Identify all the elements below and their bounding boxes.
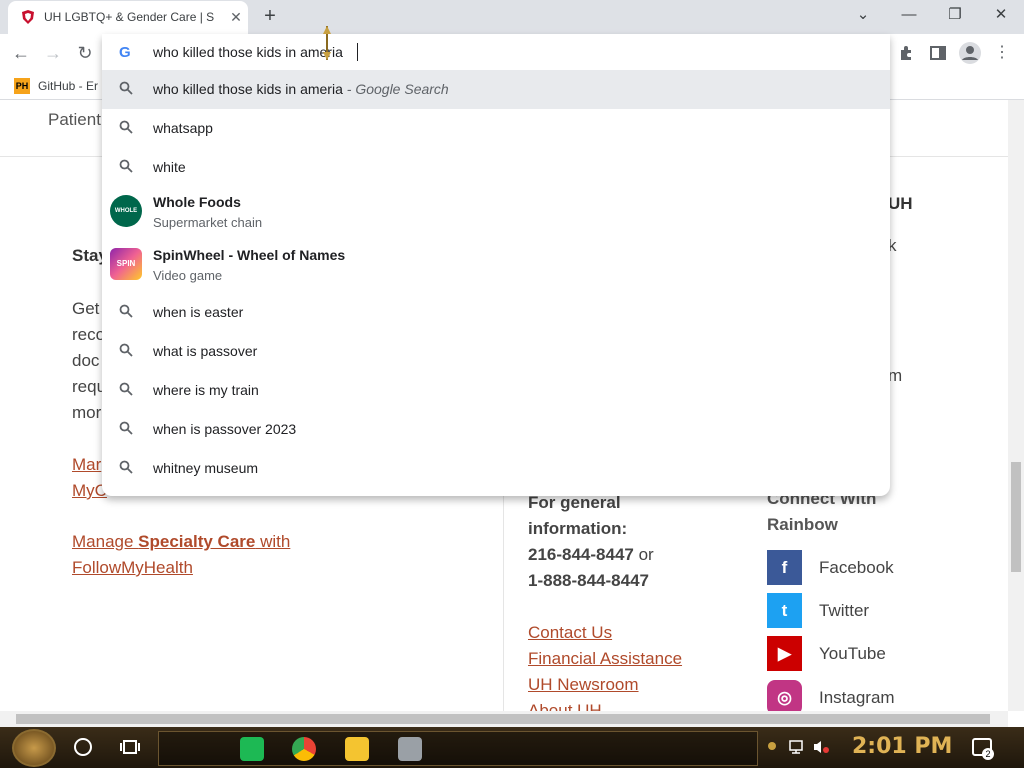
volume-muted-icon[interactable]	[812, 739, 830, 755]
followmyhealth-link[interactable]: Manage Specialty Care with FollowMyHealt…	[72, 529, 290, 581]
producthunt-icon: PH	[14, 78, 30, 94]
uh-newsroom-link[interactable]: UH Newsroom	[528, 672, 682, 698]
google-icon: G	[119, 44, 131, 61]
twitter-link[interactable]: t Twitter	[767, 593, 869, 628]
vertical-scroll-thumb[interactable]	[1011, 462, 1021, 572]
phone-2: 1-888-844-8447	[528, 571, 649, 590]
spinwheel-logo: SPIN	[110, 248, 142, 280]
start-button[interactable]	[12, 729, 56, 767]
profile-avatar[interactable]	[959, 42, 981, 64]
tab-close-icon[interactable]: ✕	[226, 7, 246, 27]
vertical-scrollbar[interactable]	[1008, 100, 1024, 711]
suggestion-white[interactable]: white	[102, 148, 890, 187]
photos-icon[interactable]	[398, 737, 422, 761]
suggestion-whole-foods[interactable]: WHOLE FOODS Whole Foods Supermarket chai…	[102, 187, 890, 246]
notification-badge: 2	[982, 748, 994, 760]
active-tab[interactable]: UH LGBTQ+ & Gender Care | S ✕	[8, 1, 248, 34]
menu-icon[interactable]: ⋮	[994, 42, 1010, 64]
tab-search-icon[interactable]: ⌄	[840, 0, 886, 30]
uh-heading-partial: UH	[888, 194, 913, 213]
suggestion-when-is-easter[interactable]: when is easter	[102, 293, 890, 332]
search-circle-icon[interactable]	[74, 738, 92, 756]
side-panel-icon[interactable]	[930, 45, 946, 61]
clock[interactable]: 2:01 PM	[852, 734, 952, 759]
suggestion-spinwheel[interactable]: SPIN SpinWheel - Wheel of Names Video ga…	[102, 240, 890, 293]
search-icon	[119, 81, 133, 95]
text-select-cursor-icon	[323, 26, 331, 60]
horizontal-scroll-thumb[interactable]	[16, 714, 990, 724]
stay-text-partial: Get reco doc requ mor	[72, 299, 107, 422]
reload-button[interactable]: ↻	[72, 40, 98, 66]
search-icon	[119, 343, 133, 357]
youtube-icon: ▶	[767, 636, 802, 671]
phone-1: 216-844-8447	[528, 545, 634, 564]
task-view-icon[interactable]	[120, 737, 140, 757]
file-explorer-icon[interactable]	[345, 737, 369, 761]
network-icon[interactable]	[788, 739, 806, 755]
text-cursor	[357, 43, 358, 61]
new-tab-button[interactable]: +	[258, 4, 282, 28]
financial-assistance-link[interactable]: Financial Assistance	[528, 646, 682, 672]
general-info: For general information: 216-844-8447 or…	[528, 493, 654, 590]
minimize-button[interactable]: —	[886, 0, 932, 30]
facebook-icon: f	[767, 550, 802, 585]
omnibox-input[interactable]: who killed those kids in ameria	[153, 44, 343, 60]
back-button[interactable]: ←	[8, 40, 34, 66]
contact-us-link[interactable]: Contact Us	[528, 620, 682, 646]
close-window-button[interactable]: ✕	[978, 0, 1024, 30]
facebook-link[interactable]: f Facebook	[767, 550, 894, 585]
suggestion-google-search[interactable]: who killed those kids in ameria - Google…	[102, 70, 890, 109]
nav-patient-partial[interactable]: Patient	[48, 110, 101, 130]
forward-button[interactable]: →	[40, 40, 66, 66]
search-icon	[119, 159, 133, 173]
omnibox[interactable]: G who killed those kids in ameria	[102, 34, 890, 70]
search-icon	[119, 460, 133, 474]
chrome-icon[interactable]	[292, 737, 316, 761]
bookmark-label: GitHub - Er	[38, 79, 99, 93]
spotify-icon[interactable]	[240, 737, 264, 761]
youtube-link[interactable]: ▶ YouTube	[767, 636, 886, 671]
suggestion-when-is-passover-2023[interactable]: when is passover 2023	[102, 410, 890, 449]
suggestion-where-is-my-train[interactable]: where is my train	[102, 371, 890, 410]
about-uh-link[interactable]: About UH	[528, 698, 682, 711]
instagram-link[interactable]: ◎ Instagram	[767, 680, 895, 711]
twitter-icon: t	[767, 593, 802, 628]
omnibox-dropdown: G who killed those kids in ameria who ki…	[102, 34, 890, 496]
tab-title: UH LGBTQ+ & Gender Care | S	[44, 10, 215, 24]
column-divider	[503, 460, 504, 711]
search-icon	[119, 304, 133, 318]
search-icon	[119, 120, 133, 134]
right-text-partial-2: m	[888, 366, 903, 385]
general-links: Contact Us Financial Assistance UH Newsr…	[528, 620, 682, 711]
search-icon	[119, 421, 133, 435]
suggestion-whatsapp[interactable]: whatsapp	[102, 109, 890, 148]
suggestion-whitney-museum[interactable]: whitney museum	[102, 449, 890, 488]
shield-icon	[22, 10, 34, 24]
search-icon	[119, 382, 133, 396]
extensions-icon[interactable]	[898, 45, 914, 61]
tray-app-icon[interactable]	[768, 742, 776, 750]
bookmark-github[interactable]: PH GitHub - Er	[14, 77, 98, 95]
whole-foods-logo: WHOLE FOODS	[110, 195, 142, 246]
restore-button[interactable]: ❐	[932, 0, 978, 30]
suggestion-what-is-passover[interactable]: what is passover	[102, 332, 890, 371]
instagram-icon: ◎	[767, 680, 802, 711]
